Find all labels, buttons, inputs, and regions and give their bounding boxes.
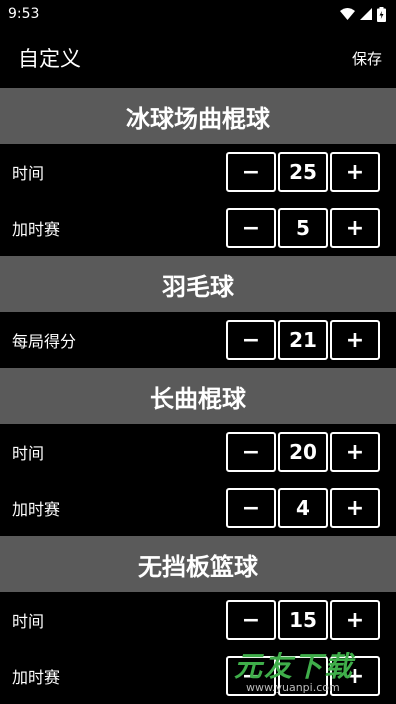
increment-button[interactable]: + xyxy=(330,488,380,528)
setting-label: 加时赛 xyxy=(12,668,61,687)
increment-button[interactable]: + xyxy=(330,320,380,360)
setting-row: 时间 − 20 + xyxy=(0,424,396,480)
value-stepper: − 21 + xyxy=(226,320,380,360)
stepper-value: 21 xyxy=(278,320,328,360)
setting-row: 加时赛 − 5 + xyxy=(0,200,396,256)
status-time: 9:53 xyxy=(8,6,40,22)
value-stepper: − 20 + xyxy=(226,432,380,472)
watermark-brand: 元友下载 xyxy=(234,650,355,683)
stepper-value: 15 xyxy=(278,600,328,640)
section-header-lacrosse: 长曲棍球 xyxy=(0,368,396,424)
stepper-value: 20 xyxy=(278,432,328,472)
stepper-value: 5 xyxy=(278,208,328,248)
value-stepper: − 15 + xyxy=(226,600,380,640)
status-icons xyxy=(340,6,386,22)
watermark-logo: 元友下载 www.yuanpi.com xyxy=(234,645,390,701)
decrement-button[interactable]: − xyxy=(226,488,276,528)
setting-row: 每局得分 − 21 + xyxy=(0,312,396,368)
setting-row: 加时赛 − 4 + xyxy=(0,480,396,536)
section-header-netball: 无挡板篮球 xyxy=(0,536,396,592)
battery-icon xyxy=(377,6,386,22)
decrement-button[interactable]: − xyxy=(226,600,276,640)
value-stepper: − 4 + xyxy=(226,488,380,528)
stepper-value: 25 xyxy=(278,152,328,192)
signal-icon xyxy=(360,8,372,20)
stepper-value: 4 xyxy=(278,488,328,528)
decrement-button[interactable]: − xyxy=(226,152,276,192)
app-bar: 自定义 保存 xyxy=(0,28,396,88)
increment-button[interactable]: + xyxy=(330,152,380,192)
value-stepper: − 5 + xyxy=(226,208,380,248)
decrement-button[interactable]: − xyxy=(226,320,276,360)
save-button[interactable]: 保存 xyxy=(352,48,382,69)
decrement-button[interactable]: − xyxy=(226,208,276,248)
increment-button[interactable]: + xyxy=(330,432,380,472)
setting-label: 时间 xyxy=(12,164,45,183)
increment-button[interactable]: + xyxy=(330,208,380,248)
watermark-url: www.yuanpi.com xyxy=(246,681,340,694)
decrement-button[interactable]: − xyxy=(226,432,276,472)
increment-button[interactable]: + xyxy=(330,600,380,640)
section-header-badminton: 羽毛球 xyxy=(0,256,396,312)
section-header-ice-hockey: 冰球场曲棍球 xyxy=(0,88,396,144)
setting-label: 加时赛 xyxy=(12,220,61,239)
setting-row: 时间 − 15 + xyxy=(0,592,396,648)
setting-label: 每局得分 xyxy=(12,332,77,351)
wifi-icon xyxy=(340,8,355,20)
setting-label: 时间 xyxy=(12,612,45,631)
setting-label: 时间 xyxy=(12,444,45,463)
page-title: 自定义 xyxy=(18,47,81,71)
value-stepper: − 25 + xyxy=(226,152,380,192)
setting-row: 时间 − 25 + xyxy=(0,144,396,200)
status-bar: 9:53 xyxy=(0,0,396,28)
setting-label: 加时赛 xyxy=(12,500,61,519)
